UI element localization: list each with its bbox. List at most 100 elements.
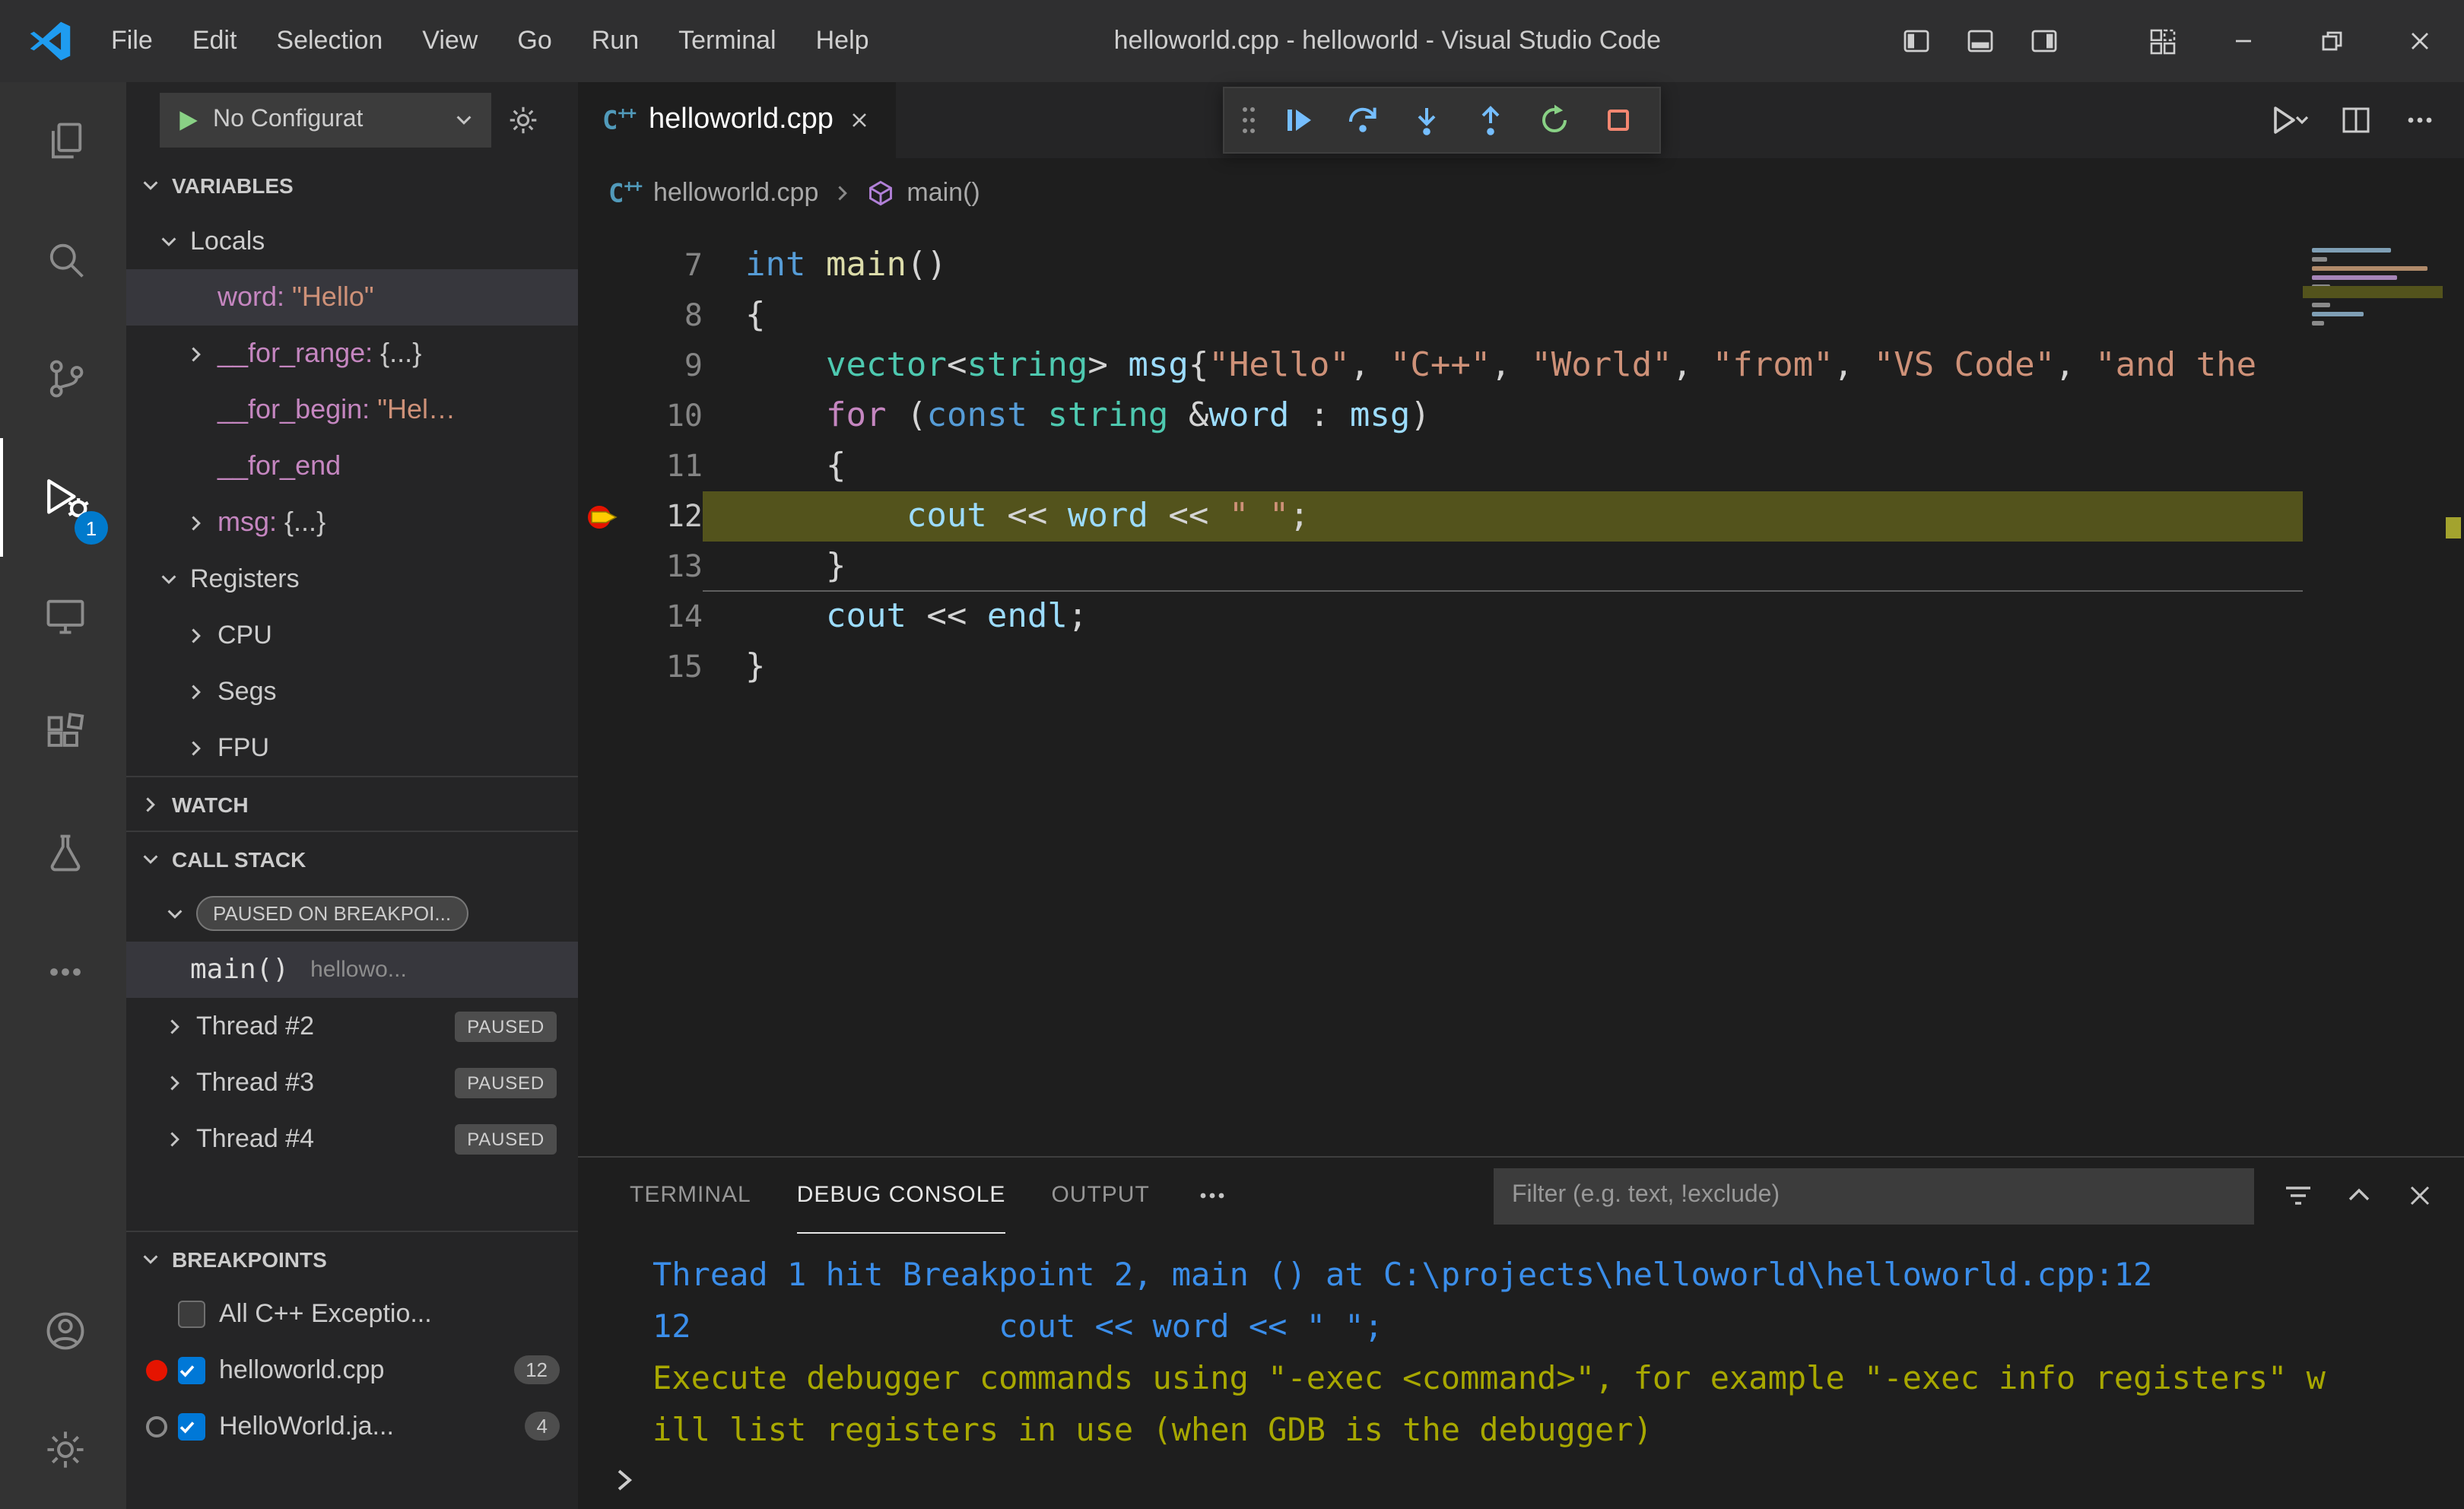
variable-row[interactable]: word: "Hello" [126, 269, 578, 326]
breakpoint-count-badge: 12 [513, 1355, 560, 1384]
toolbar-grip-handle[interactable] [1234, 90, 1264, 151]
breadcrumb-file[interactable]: helloworld.cpp [653, 178, 818, 208]
thread-row[interactable]: Thread #4 PAUSED [126, 1110, 578, 1167]
menu-help[interactable]: Help [796, 0, 889, 82]
console-input-row[interactable] [610, 1456, 2464, 1504]
toggle-panel-icon[interactable] [1965, 26, 1996, 56]
menu-file[interactable]: File [91, 0, 173, 82]
call-stack-session-row[interactable]: PAUSED ON BREAKPOI... [126, 885, 578, 942]
scope-registers[interactable]: Registers [126, 551, 578, 607]
variable-row[interactable]: __for_begin: "Hel… [126, 382, 578, 438]
menu-edit[interactable]: Edit [173, 0, 257, 82]
testing-icon[interactable] [0, 794, 126, 913]
register-group-row[interactable]: FPU [126, 720, 578, 776]
thread-label: Thread #3 [196, 1067, 314, 1096]
breakpoints-section-header[interactable]: BREAKPOINTS [126, 1231, 578, 1285]
code-text[interactable]: cout << word << " "; [703, 491, 2464, 542]
panel-tab-terminal[interactable]: TERMINAL [630, 1158, 751, 1234]
debug-step-into-button[interactable] [1395, 90, 1459, 151]
tab-close-icon[interactable] [847, 108, 872, 132]
register-group-row[interactable]: Segs [126, 663, 578, 720]
menu-view[interactable]: View [402, 0, 497, 82]
code-text[interactable]: cout << endl; [703, 592, 2464, 642]
menu-selection[interactable]: Selection [256, 0, 402, 82]
maximize-panel-icon[interactable] [2342, 1179, 2376, 1212]
debug-step-out-button[interactable] [1459, 90, 1523, 151]
explorer-icon[interactable] [0, 82, 126, 201]
register-group-row[interactable]: CPU [126, 607, 578, 663]
overview-ruler[interactable] [2443, 228, 2464, 1156]
debug-continue-button[interactable] [1267, 90, 1331, 151]
code-editor[interactable]: 7 int main() 8{9 vector<string> msg{"Hello… [578, 228, 2464, 1156]
glyph-margin[interactable] [578, 291, 633, 341]
debug-stop-button[interactable] [1586, 90, 1650, 151]
code-text[interactable]: vector<string> msg{"Hello", "C++", "Worl… [703, 341, 2464, 391]
source-control-icon[interactable] [0, 319, 126, 438]
debug-settings-gear-icon[interactable] [506, 103, 540, 137]
variable-row[interactable]: __for_end [126, 438, 578, 494]
glyph-margin[interactable] [578, 491, 633, 542]
glyph-margin[interactable] [578, 441, 633, 491]
menu-run[interactable]: Run [572, 0, 659, 82]
settings-gear-icon[interactable] [0, 1390, 126, 1509]
run-and-debug-icon[interactable]: 1 [0, 438, 126, 557]
panel-tab-debug-console[interactable]: DEBUG CONSOLE [796, 1158, 1006, 1234]
run-or-debug-button[interactable] [2269, 103, 2309, 137]
glyph-margin[interactable] [578, 240, 633, 291]
breakpoint-checkbox[interactable] [178, 1300, 205, 1327]
glyph-margin[interactable] [578, 341, 633, 391]
code-text[interactable]: int main() [703, 240, 2464, 291]
restore-button[interactable] [2288, 0, 2376, 82]
split-editor-icon[interactable] [2339, 103, 2373, 137]
scope-locals[interactable]: Locals [126, 213, 578, 269]
customize-layout-icon[interactable] [2148, 26, 2178, 56]
minimize-icon [2236, 40, 2251, 43]
thread-row[interactable]: Thread #2 PAUSED [126, 998, 578, 1054]
more-views-icon[interactable] [0, 913, 126, 1031]
toggle-sidebar-icon[interactable] [1901, 26, 1932, 56]
code-text[interactable]: for (const string &word : msg) [703, 391, 2464, 441]
toggle-secondary-sidebar-icon[interactable] [2029, 26, 2059, 56]
editor-more-actions-icon[interactable] [2403, 103, 2437, 137]
console-filter-input[interactable] [1494, 1167, 2254, 1224]
code-text[interactable]: { [703, 291, 2464, 341]
account-icon[interactable] [0, 1272, 126, 1390]
debug-restart-button[interactable] [1523, 90, 1586, 151]
code-text[interactable]: { [703, 441, 2464, 491]
variable-row[interactable]: msg: {...} [126, 494, 578, 551]
debug-console[interactable]: Thread 1 hit Breakpoint 2, main () at C:… [578, 1234, 2464, 1509]
breakpoint-checkbox[interactable] [178, 1412, 205, 1440]
minimap[interactable] [2303, 228, 2443, 1156]
code-text[interactable]: } [703, 642, 2464, 692]
watch-section-header[interactable]: WATCH [126, 776, 578, 831]
breakpoint-row[interactable]: All C++ Exceptio... [126, 1285, 578, 1342]
panel-tab-output[interactable]: OUTPUT [1051, 1158, 1149, 1234]
remote-explorer-icon[interactable] [0, 557, 126, 675]
search-icon[interactable] [0, 201, 126, 319]
code-text[interactable]: } [703, 542, 2464, 592]
glyph-margin[interactable] [578, 592, 633, 642]
close-panel-icon[interactable] [2403, 1179, 2437, 1212]
close-button[interactable] [2376, 0, 2464, 82]
variables-section-header[interactable]: VARIABLES [126, 158, 578, 213]
filter-lines-icon[interactable] [2281, 1179, 2315, 1212]
menu-go[interactable]: Go [497, 0, 571, 82]
glyph-margin[interactable] [578, 542, 633, 592]
call-stack-section-header[interactable]: CALL STACK [126, 831, 578, 885]
debug-step-over-button[interactable] [1331, 90, 1395, 151]
glyph-margin[interactable] [578, 642, 633, 692]
breadcrumb-symbol[interactable]: main() [907, 178, 980, 208]
breakpoint-row[interactable]: helloworld.cpp 12 [126, 1342, 578, 1398]
panel-more-tabs-icon[interactable] [1195, 1179, 1229, 1212]
menu-terminal[interactable]: Terminal [659, 0, 796, 82]
breakpoint-row[interactable]: HelloWorld.ja... 4 [126, 1398, 578, 1454]
glyph-margin[interactable] [578, 391, 633, 441]
tab-helloworld-cpp[interactable]: C++ helloworld.cpp [578, 82, 896, 158]
extensions-icon[interactable] [0, 675, 126, 794]
breakpoint-checkbox[interactable] [178, 1356, 205, 1384]
minimize-button[interactable] [2199, 0, 2288, 82]
thread-row[interactable]: Thread #3 PAUSED [126, 1054, 578, 1110]
variable-row[interactable]: __for_range: {...} [126, 326, 578, 382]
stack-frame-row[interactable]: main() hellowo... [126, 942, 578, 998]
debug-config-dropdown[interactable]: No Configurat [160, 93, 491, 148]
